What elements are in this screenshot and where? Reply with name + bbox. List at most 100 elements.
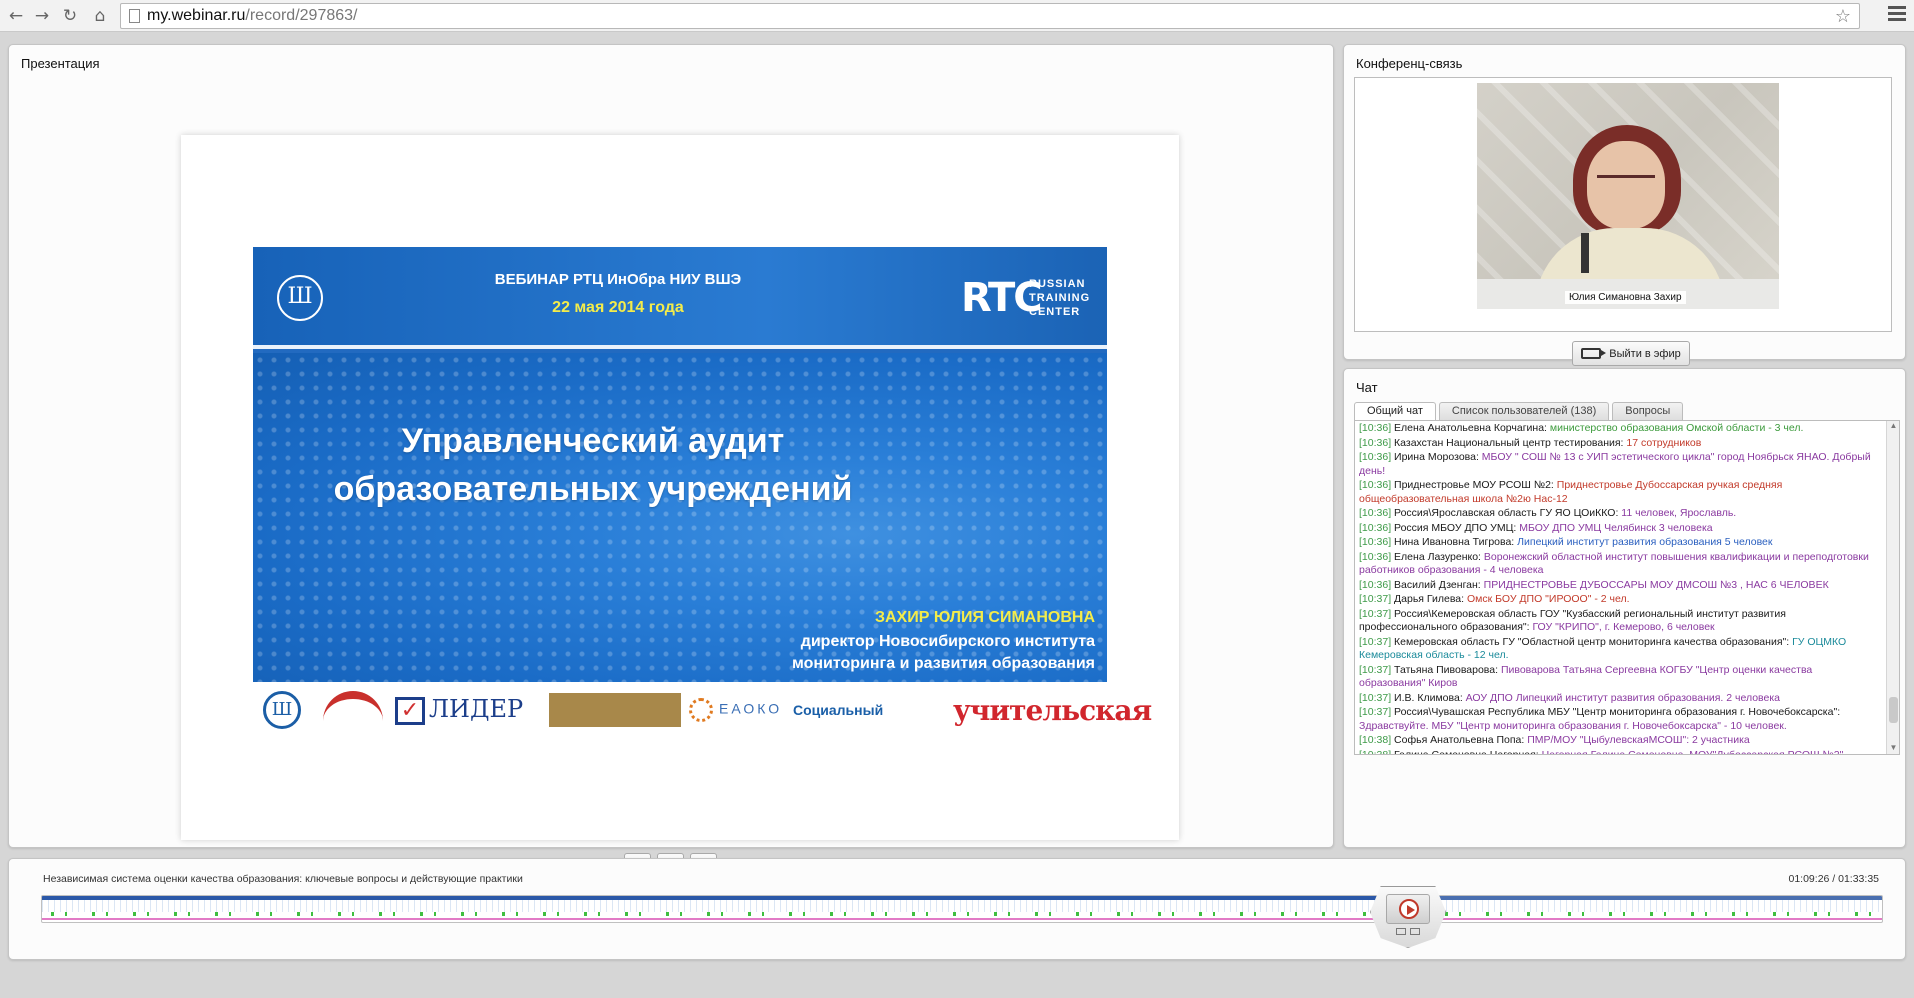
presentation-panel: Презентация Ш ВЕБИНАР РТЦ ИнОбра НИУ ВШЭ… bbox=[8, 44, 1334, 880]
go-on-air-button[interactable]: Выйти в эфир bbox=[1572, 341, 1690, 366]
timeline-track[interactable] bbox=[41, 895, 1883, 923]
message-time: [10:36] bbox=[1359, 436, 1392, 449]
chat-message: [10:36] Елена Анатольевна Корчагина: мин… bbox=[1359, 422, 1881, 436]
chat-message: [10:37] Кемеровская область ГУ "Областно… bbox=[1359, 636, 1881, 663]
go-on-air-label: Выйти в эфир bbox=[1609, 347, 1681, 360]
partner-logos: Ш ✓ ЛИДЕР ЕАОКО Социальный учительская bbox=[253, 682, 1152, 738]
speaker-video: Юлия Симановна Захир bbox=[1477, 83, 1779, 309]
conference-panel: Конференц-связь Юлия Симановна Захир Вый… bbox=[1343, 44, 1906, 366]
message-time: [10:36] bbox=[1359, 536, 1392, 548]
chat-message: [10:38] Галина Семеновна Нагорная: Нагор… bbox=[1359, 748, 1881, 755]
message-text: Омск БОУ ДПО "ИРООО" - 2 чел. bbox=[1466, 593, 1630, 605]
reload-icon[interactable]: ↻ bbox=[58, 4, 82, 28]
video-frame: Юлия Симановна Захир bbox=[1354, 77, 1892, 332]
chat-message: [10:36] Елена Лазуренко: Воронежский обл… bbox=[1359, 551, 1881, 578]
message-text: министерство образования Омской области … bbox=[1549, 422, 1804, 434]
message-text: Здравствуйте. МБУ "Центр мониторинга обр… bbox=[1359, 719, 1787, 732]
lider-text: ЛИДЕР bbox=[429, 695, 524, 724]
message-text: Нагорная Галина Семеновна, МОУ"Дубоссарс… bbox=[1541, 748, 1844, 755]
message-time: [10:36] bbox=[1359, 422, 1392, 434]
slide-event: ВЕБИНАР РТЦ ИнОбра НИУ ВШЭ bbox=[494, 271, 742, 288]
message-author: Василий Дзенган: bbox=[1394, 578, 1481, 591]
url-text: my.webinar.ru/record/297863/ bbox=[147, 4, 357, 28]
bookmark-star-icon[interactable]: ☆ bbox=[1835, 5, 1851, 29]
chat-message: [10:36] Нина Ивановна Тигрова: Липецкий … bbox=[1359, 536, 1881, 550]
message-text: АОУ ДПО Липецкий институт развития образ… bbox=[1465, 691, 1781, 704]
chat-title: Чат bbox=[1356, 380, 1378, 395]
chat-message: [10:36] Василий Дзенган: ПРИДНЕСТРОВЬЕ Д… bbox=[1359, 579, 1881, 593]
message-author: Дарья Гилева: bbox=[1394, 593, 1465, 605]
chat-message: [10:36] Ирина Морозова: МБОУ " СОШ № 13 … bbox=[1359, 451, 1881, 478]
message-author: Софья Анатольевна Попа: bbox=[1394, 734, 1525, 746]
lider-logo: ✓ ЛИДЕР bbox=[395, 688, 523, 732]
message-time: [10:37] bbox=[1359, 706, 1392, 718]
rtc-line: CENTER bbox=[1029, 306, 1081, 318]
eaoko-text: ЕАОКО bbox=[719, 700, 783, 717]
address-bar[interactable]: my.webinar.ru/record/297863/ ☆ bbox=[120, 3, 1860, 29]
chat-message: [10:37] Россия\Кемеровская область ГОУ "… bbox=[1359, 608, 1881, 635]
chat-message: [10:36] Казахстан Национальный центр тес… bbox=[1359, 437, 1881, 451]
social-text: Социальный bbox=[793, 702, 884, 718]
message-author: Галина Семеновна Нагорная: bbox=[1394, 748, 1539, 755]
scroll-up-icon[interactable]: ▲ bbox=[1889, 421, 1898, 431]
message-text: МБОУ ДПО УМЦ Челябинск 3 человека bbox=[1519, 521, 1713, 534]
chat-message: [10:37] Дарья Гилева: Омск БОУ ДПО "ИРОО… bbox=[1359, 593, 1881, 607]
message-text: ГОУ "КРИПО", г. Кемерово, 6 человек bbox=[1532, 621, 1715, 633]
chat-message: [10:38] Софья Анатольевна Попа: ПМР/МОУ … bbox=[1359, 734, 1881, 748]
message-author: Россия\Ярославская область ГУ ЯО ЦОиККО: bbox=[1394, 507, 1619, 519]
message-author: Нина Ивановна Тигрова: bbox=[1394, 536, 1515, 548]
browser-toolbar: ← → ↻ ⌂ my.webinar.ru/record/297863/ ☆ bbox=[0, 0, 1914, 32]
hse-logo: Ш bbox=[277, 275, 323, 321]
rtc-line: RUSSIAN bbox=[1029, 278, 1086, 290]
slide-author-position: директор Новосибирского института монито… bbox=[792, 631, 1095, 675]
uchitelskaya-text: учительская bbox=[953, 693, 1152, 727]
slide-author: ЗАХИР ЮЛИЯ СИМАНОВНА bbox=[874, 609, 1095, 626]
browser-menu-icon[interactable] bbox=[1888, 6, 1906, 24]
back-icon[interactable]: ← bbox=[4, 4, 28, 28]
message-time: [10:37] bbox=[1359, 635, 1392, 648]
message-time: [10:36] bbox=[1359, 479, 1392, 491]
slide-page: Ш ВЕБИНАР РТЦ ИнОбра НИУ ВШЭ 22 мая 2014… bbox=[181, 135, 1179, 840]
recording-title: Независимая система оценки качества обра… bbox=[43, 873, 523, 885]
arc-partner-logo bbox=[323, 688, 383, 732]
slide-main-title: Управленческий аудит образовательных учр… bbox=[313, 417, 873, 513]
home-icon[interactable]: ⌂ bbox=[88, 4, 112, 28]
url-path: /record/297863/ bbox=[245, 7, 358, 24]
chat-messages-box: [10:36] Елена Анатольевна Корчагина: мин… bbox=[1354, 420, 1900, 755]
timeline-panel: Независимая система оценки качества обра… bbox=[8, 858, 1906, 960]
message-author: Казахстан Национальный центр тестировани… bbox=[1394, 436, 1624, 449]
message-author: Елена Лазуренко: bbox=[1394, 550, 1481, 563]
forward-icon[interactable]: → bbox=[30, 4, 54, 28]
slide: Ш ВЕБИНАР РТЦ ИнОбра НИУ ВШЭ 22 мая 2014… bbox=[253, 247, 1107, 682]
fullscreen-icon[interactable] bbox=[1396, 928, 1406, 935]
hse-partner-logo: Ш bbox=[263, 688, 301, 732]
message-author: Россия МБОУ ДПО УМЦ: bbox=[1394, 521, 1517, 534]
chat-activity-markers bbox=[42, 912, 1882, 916]
presentation-title: Презентация bbox=[21, 56, 100, 71]
tab-user-list[interactable]: Список пользователей (138) bbox=[1438, 402, 1610, 420]
screen-icon[interactable] bbox=[1410, 928, 1420, 935]
tab-general-chat[interactable]: Общий чат bbox=[1354, 402, 1436, 420]
message-text: ПРИДНЕСТРОВЬЕ ДУБОССАРЫ МОУ ДМСОШ №3 , Н… bbox=[1483, 578, 1829, 591]
tab-questions[interactable]: Вопросы bbox=[1612, 402, 1684, 420]
playhead[interactable] bbox=[1370, 886, 1446, 948]
chat-scroll-thumb[interactable] bbox=[1889, 697, 1898, 723]
social-navigator-logo: Социальный bbox=[793, 688, 883, 732]
page-icon bbox=[129, 9, 140, 23]
message-time: [10:37] bbox=[1359, 593, 1392, 605]
eaoko-logo: ЕАОКО bbox=[689, 688, 782, 732]
message-time: [10:38] bbox=[1359, 734, 1392, 746]
message-time: [10:36] bbox=[1359, 451, 1392, 463]
play-icon[interactable] bbox=[1399, 899, 1419, 919]
message-time: [10:37] bbox=[1359, 691, 1392, 704]
message-text: ПМР/МОУ "ЦыбулевскаяМСОШ": 2 участника bbox=[1527, 734, 1750, 746]
hse-circle: Ш bbox=[263, 691, 301, 729]
chat-message: [10:37] И.В. Климова: АОУ ДПО Липецкий и… bbox=[1359, 692, 1881, 706]
message-time: [10:36] bbox=[1359, 521, 1392, 534]
position-line: мониторинга и развития образования bbox=[791, 655, 1095, 672]
speaker-name-label: Юлия Симановна Захир bbox=[1565, 291, 1686, 304]
message-author: Кемеровская область ГУ "Областной центр … bbox=[1394, 635, 1790, 648]
conference-title: Конференц-связь bbox=[1356, 56, 1463, 71]
chat-scrollbar[interactable]: ▲ ▼ bbox=[1886, 421, 1899, 754]
scroll-down-icon[interactable]: ▼ bbox=[1889, 743, 1898, 753]
